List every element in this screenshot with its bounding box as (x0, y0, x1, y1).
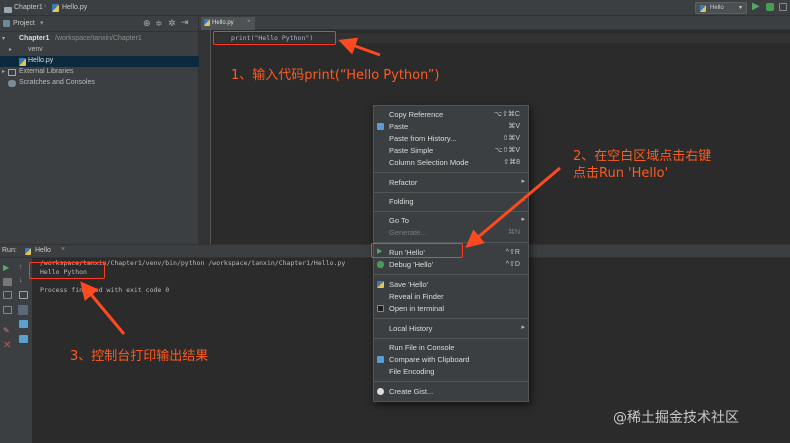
arrow-to-code (338, 37, 381, 57)
arrow-to-output (80, 281, 126, 335)
annotation-step-1: 1、输入代码print(“Hello Python”) (231, 68, 440, 83)
watermark: @稀土掘金技术社区 (613, 410, 739, 426)
arrow-to-run (465, 166, 561, 248)
annotation-step-3: 3、控制台打印输出结果 (70, 349, 209, 364)
annotation-step-2-line-2: 点击Run 'Hello' (573, 166, 669, 181)
